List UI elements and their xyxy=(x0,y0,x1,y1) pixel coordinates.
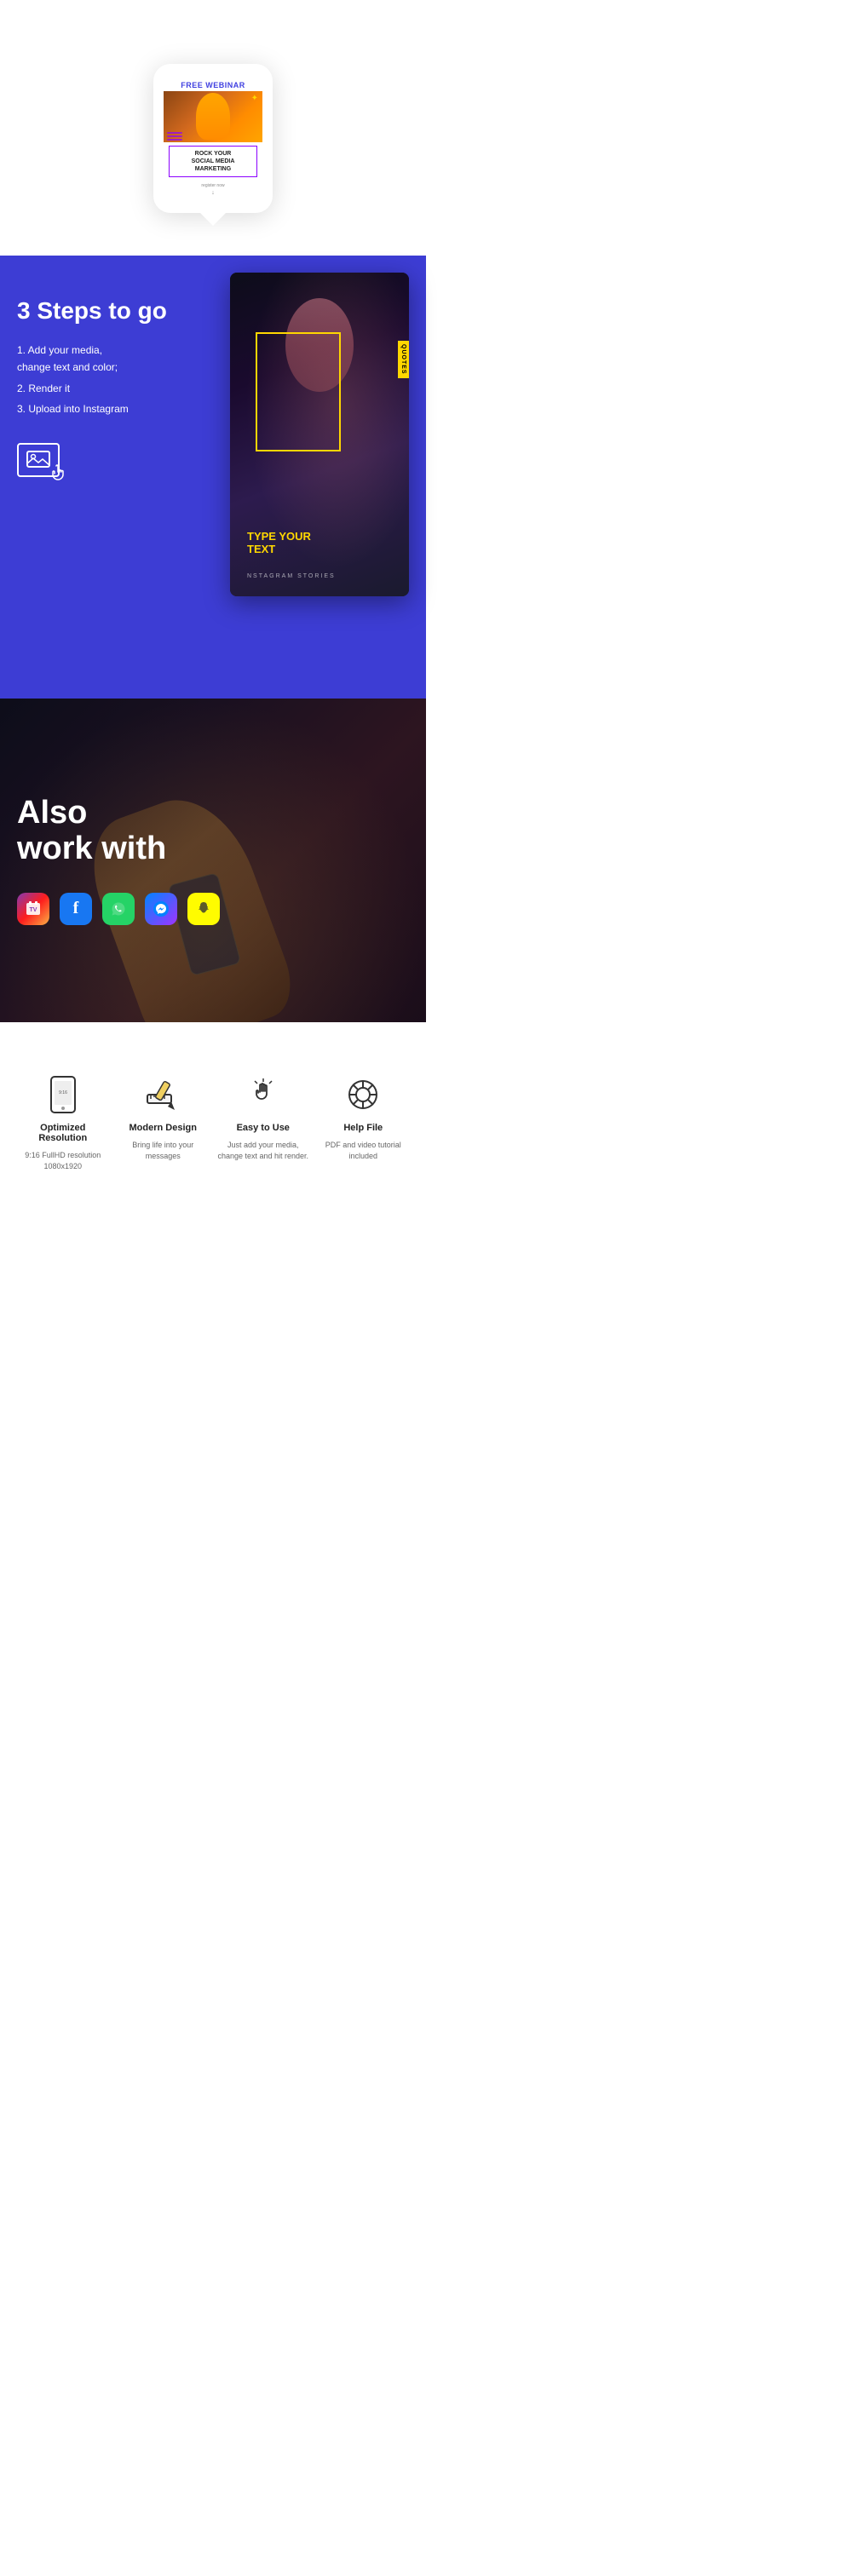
steps-title: 3 Steps to go xyxy=(17,298,187,325)
pencil-icon-wrap xyxy=(141,1073,184,1116)
also-work-title: Also work with xyxy=(17,796,220,867)
step-1: 1. Add your media, change text and color… xyxy=(17,342,187,377)
card-bg: QUOTES TYPE YOUR TEXT NSTAGRAM STORIES xyxy=(230,273,409,596)
wave-line-3 xyxy=(167,139,182,141)
steps-section: 3 Steps to go 1. Add your media, change … xyxy=(0,256,426,699)
card-text: TYPE YOUR TEXT NSTAGRAM STORIES xyxy=(247,530,392,579)
phone-arrow xyxy=(200,213,226,226)
messenger-icon[interactable] xyxy=(145,893,177,925)
phone-inner: FREE WEBINAR ✦ ROCK YOUR SOCIAL MEDIA M xyxy=(164,78,262,199)
social-icons: TV f xyxy=(17,893,220,925)
features-grid: 9:16 Optimized Resolution 9:16 FullHD re… xyxy=(17,1073,409,1171)
card-main-text: TYPE YOUR TEXT xyxy=(247,530,392,556)
media-icon-container xyxy=(17,443,187,477)
igtv-icon[interactable]: TV xyxy=(17,893,49,925)
webinar-title-line1: ROCK YOUR xyxy=(173,150,253,158)
feature-easy-use: Easy to Use Just add your media, change … xyxy=(217,1073,309,1171)
dark-section-text: Also work with TV f xyxy=(0,753,237,968)
step-2: 2. Render it xyxy=(17,380,187,397)
instagram-card: QUOTES TYPE YOUR TEXT NSTAGRAM STORIES xyxy=(230,273,409,596)
facebook-icon[interactable]: f xyxy=(60,893,92,925)
media-icon xyxy=(17,443,60,477)
feature-modern-design: Modern Design Bring life into your messa… xyxy=(118,1073,210,1171)
webinar-title-line3: MARKETING xyxy=(173,165,253,173)
cursor-icon xyxy=(51,464,68,486)
phone-mockup: FREE WEBINAR ✦ ROCK YOUR SOCIAL MEDIA M xyxy=(153,64,273,213)
webinar-image: ✦ xyxy=(164,91,262,142)
lifebuoy-icon xyxy=(346,1078,380,1112)
register-text: register now xyxy=(164,181,262,190)
quotes-badge: QUOTES xyxy=(398,341,409,378)
hand-ease-icon xyxy=(248,1077,279,1113)
svg-text:TV: TV xyxy=(30,907,37,913)
steps-list: 1. Add your media, change text and color… xyxy=(17,342,187,418)
snapchat-icon[interactable] xyxy=(187,893,220,925)
feature-desc-easy: Just add your media, change text and hit… xyxy=(217,1140,309,1161)
phone-icon: 9:16 xyxy=(48,1076,78,1113)
webinar-text-box: ROCK YOUR SOCIAL MEDIA MARKETING xyxy=(169,146,257,177)
dark-section: Also work with TV f xyxy=(0,699,426,1022)
features-section: 9:16 Optimized Resolution 9:16 FullHD re… xyxy=(0,1022,426,1222)
lifebuoy-icon-wrap xyxy=(342,1073,384,1116)
phone-icon-wrap: 9:16 xyxy=(42,1073,84,1116)
feature-help-file: Help File PDF and video tutorial include… xyxy=(318,1073,410,1171)
hand-icon-wrap xyxy=(242,1073,285,1116)
feature-name-easy: Easy to Use xyxy=(237,1123,290,1133)
star-decoration: ✦ xyxy=(251,94,258,103)
arrow-down: ↓ xyxy=(164,190,262,199)
card-subtitle: NSTAGRAM STORIES xyxy=(247,573,392,579)
webinar-title-line2: SOCIAL MEDIA xyxy=(173,158,253,165)
yellow-rect xyxy=(256,332,341,451)
wave-line-1 xyxy=(167,132,182,134)
wavy-lines xyxy=(167,132,182,141)
wave-line-2 xyxy=(167,135,182,137)
feature-name-help: Help File xyxy=(343,1123,383,1133)
also-line1: Also xyxy=(17,796,220,831)
steps-content: 3 Steps to go 1. Add your media, change … xyxy=(17,290,409,477)
feature-desc-help: PDF and video tutorial included xyxy=(318,1140,410,1161)
feature-desc-design: Bring life into your messages xyxy=(118,1140,210,1161)
feature-name-design: Modern Design xyxy=(130,1123,197,1133)
webinar-label: FREE WEBINAR xyxy=(164,78,262,91)
image-icon xyxy=(26,451,50,469)
person-silhouette xyxy=(196,93,230,140)
also-line2: work with xyxy=(17,831,220,867)
feature-optimized-resolution: 9:16 Optimized Resolution 9:16 FullHD re… xyxy=(17,1073,109,1171)
phone-section: FREE WEBINAR ✦ ROCK YOUR SOCIAL MEDIA M xyxy=(0,0,426,256)
steps-left: 3 Steps to go 1. Add your media, change … xyxy=(17,290,187,477)
pencil-icon xyxy=(146,1078,180,1112)
svg-text:9:16: 9:16 xyxy=(59,1090,67,1095)
feature-name-resolution: Optimized Resolution xyxy=(17,1123,109,1143)
feature-desc-resolution: 9:16 FullHD resolution 1080x1920 xyxy=(17,1150,109,1171)
step-3: 3. Upload into Instagram xyxy=(17,400,187,417)
whatsapp-icon[interactable] xyxy=(102,893,135,925)
